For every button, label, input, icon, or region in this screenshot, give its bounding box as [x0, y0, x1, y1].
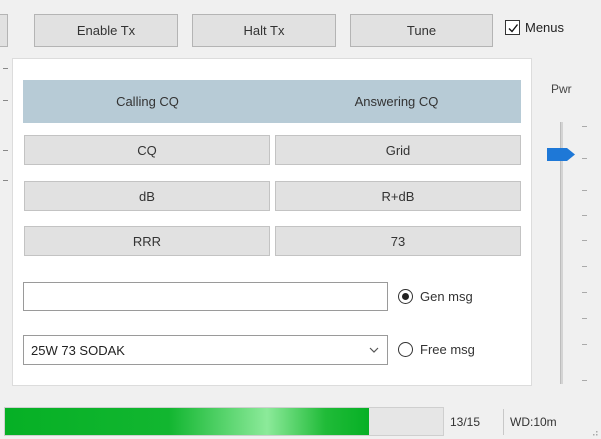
chevron-down-icon[interactable]	[369, 344, 379, 356]
halt-tx-button[interactable]: Halt Tx	[192, 14, 336, 47]
menus-label: Menus	[525, 20, 565, 35]
progress-count-text: 13/15	[450, 415, 481, 429]
tx-progress-bar	[4, 407, 444, 436]
free-msg-label: Free msg	[420, 342, 475, 357]
pwr-label: Pwr	[551, 82, 572, 96]
r-db-button[interactable]: R+dB	[275, 181, 521, 211]
gen-msg-label: Gen msg	[420, 289, 473, 304]
free-msg-radio-group[interactable]: Free msg	[398, 342, 475, 357]
free-msg-value: 25W 73 SODAK	[31, 342, 125, 358]
watchdog-timer-text: WD:10m	[510, 415, 557, 429]
cq-button[interactable]: CQ	[24, 135, 270, 165]
73-button[interactable]: 73	[275, 226, 521, 256]
menus-checkbox-group[interactable]: Menus	[505, 20, 564, 35]
grid-button[interactable]: Grid	[275, 135, 521, 165]
free-msg-radio[interactable]	[398, 342, 413, 357]
answering-cq-header: Answering CQ	[354, 94, 439, 109]
left-edge-button[interactable]	[0, 14, 8, 47]
tx-progress-fill	[5, 408, 369, 435]
radio-selected-dot	[402, 293, 409, 300]
tune-button[interactable]: Tune	[350, 14, 493, 47]
gen-msg-radio-group[interactable]: Gen msg	[398, 289, 473, 304]
status-divider	[503, 409, 504, 435]
gen-msg-input[interactable]	[23, 282, 388, 311]
cq-header-bar: Calling CQ Answering CQ	[23, 80, 521, 123]
db-button[interactable]: dB	[24, 181, 270, 211]
checkmark-icon	[508, 23, 518, 33]
left-edge-markers	[0, 58, 12, 218]
free-msg-select[interactable]: 25W 73 SODAK	[23, 335, 388, 365]
pwr-slider-track[interactable]	[560, 122, 563, 384]
pwr-slider-thumb[interactable]	[547, 148, 575, 161]
menus-checkbox[interactable]	[505, 20, 520, 35]
resize-grip-icon[interactable]	[590, 428, 598, 436]
gen-msg-radio[interactable]	[398, 289, 413, 304]
calling-cq-header: Calling CQ	[116, 94, 179, 109]
rrr-button[interactable]: RRR	[24, 226, 270, 256]
enable-tx-button[interactable]: Enable Tx	[34, 14, 178, 47]
